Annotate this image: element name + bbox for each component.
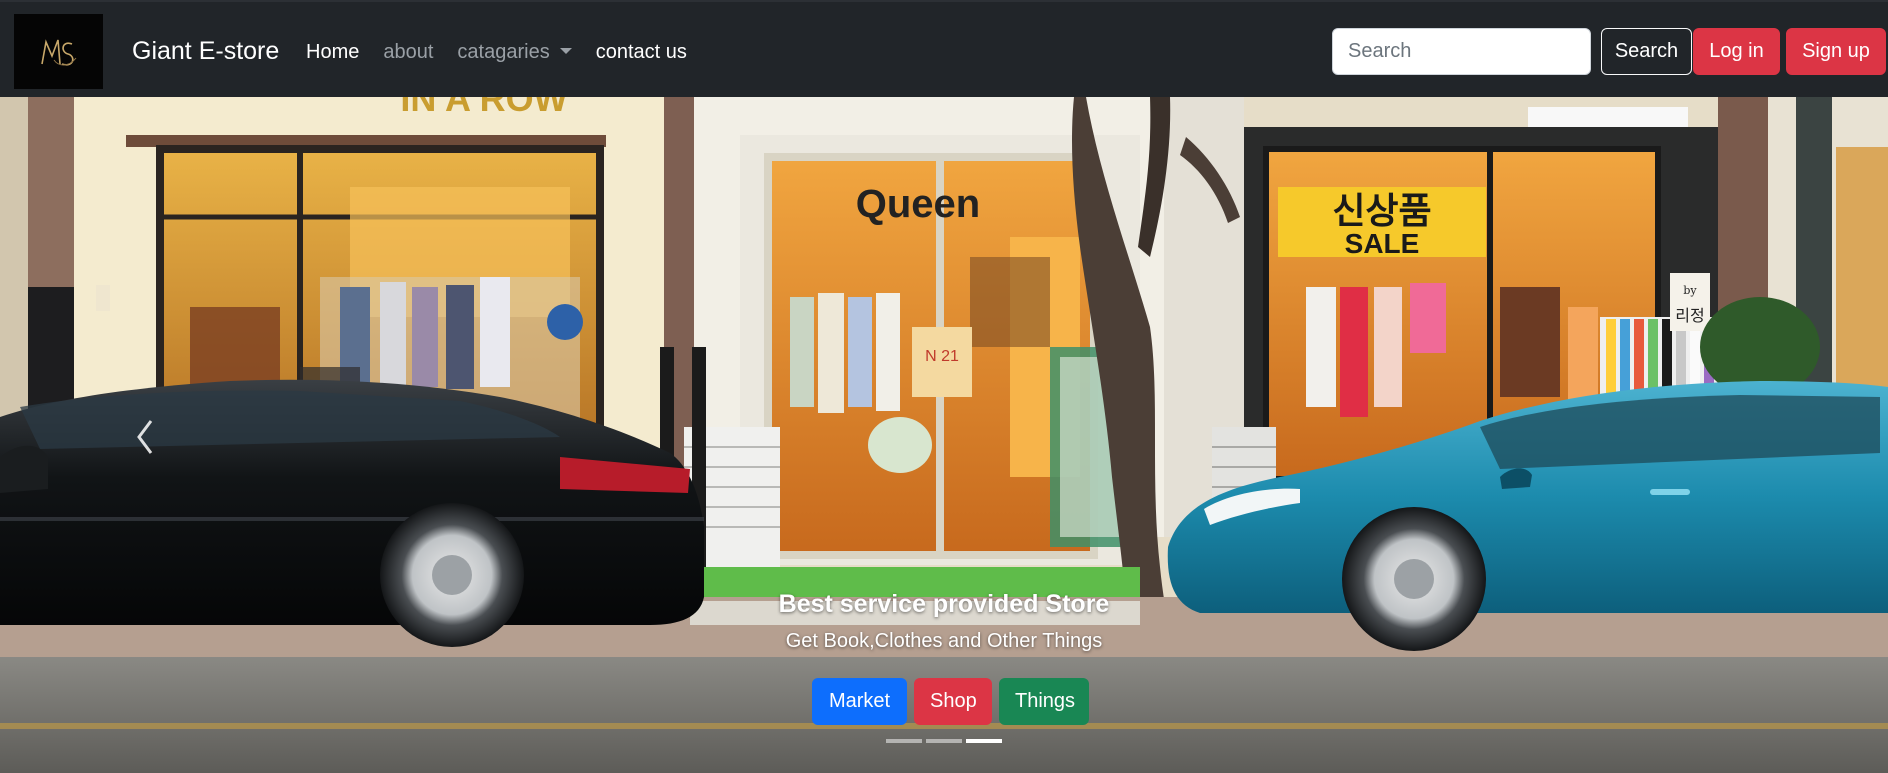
shop-button[interactable]: Shop	[914, 678, 992, 725]
chevron-left-icon	[137, 420, 153, 454]
login-button[interactable]: Log in	[1693, 28, 1780, 75]
brand-name[interactable]: Giant E-store	[132, 36, 279, 66]
carousel-indicators	[886, 739, 1006, 743]
store-sign-in-a-row: IN A ROW	[400, 97, 567, 119]
brand-logo[interactable]	[14, 14, 103, 89]
things-button[interactable]: Things	[999, 678, 1089, 725]
hero-carousel: IN A ROW Queen N 21 신상품 SALE by 리정 Best …	[0, 97, 1888, 773]
nav-link-contact[interactable]: contact us	[596, 40, 687, 64]
search-button[interactable]: Search	[1601, 28, 1692, 75]
carousel-indicator-1[interactable]	[886, 739, 922, 743]
small-sign-name: 리정	[1675, 306, 1704, 325]
nav-dropdown-label: catagaries	[457, 41, 550, 63]
carousel-caption-text: Get Book,Clothes and Other Things	[785, 630, 1103, 652]
storefront-street-photo: IN A ROW Queen N 21 신상품 SALE by 리정	[0, 97, 1888, 773]
search-input[interactable]	[1332, 28, 1591, 75]
caption-buttons: Market Shop Things	[812, 678, 1089, 725]
ms-monogram-logo-icon	[40, 38, 76, 66]
store-sign-sale: SALE	[1345, 228, 1420, 259]
nav-links: Home about catagaries contact us	[306, 40, 711, 64]
small-sign-by: by	[1683, 284, 1697, 297]
shirt-print: N 21	[925, 348, 959, 365]
signup-button[interactable]: Sign up	[1786, 28, 1886, 75]
navbar: Giant E-store Home about catagaries cont…	[0, 0, 1888, 97]
nav-link-about[interactable]: about	[383, 40, 433, 64]
carousel-indicator-3[interactable]	[966, 739, 1002, 743]
search-form: Search Log in Sign up	[1332, 28, 1886, 75]
nav-link-home[interactable]: Home	[306, 40, 359, 64]
chevron-right-icon	[1813, 417, 1833, 457]
carousel-prev-control[interactable]	[120, 397, 170, 477]
carousel-caption-title: Best service provided Store	[778, 590, 1110, 618]
market-button[interactable]: Market	[812, 678, 907, 725]
store-sign-queen: Queen	[856, 182, 980, 226]
carousel-indicator-2[interactable]	[926, 739, 962, 743]
caret-down-icon	[559, 48, 572, 54]
carousel-next-control[interactable]	[1798, 397, 1848, 477]
store-sign-korean: 신상품	[1332, 191, 1431, 232]
nav-dropdown-categories[interactable]: catagaries	[457, 40, 572, 64]
